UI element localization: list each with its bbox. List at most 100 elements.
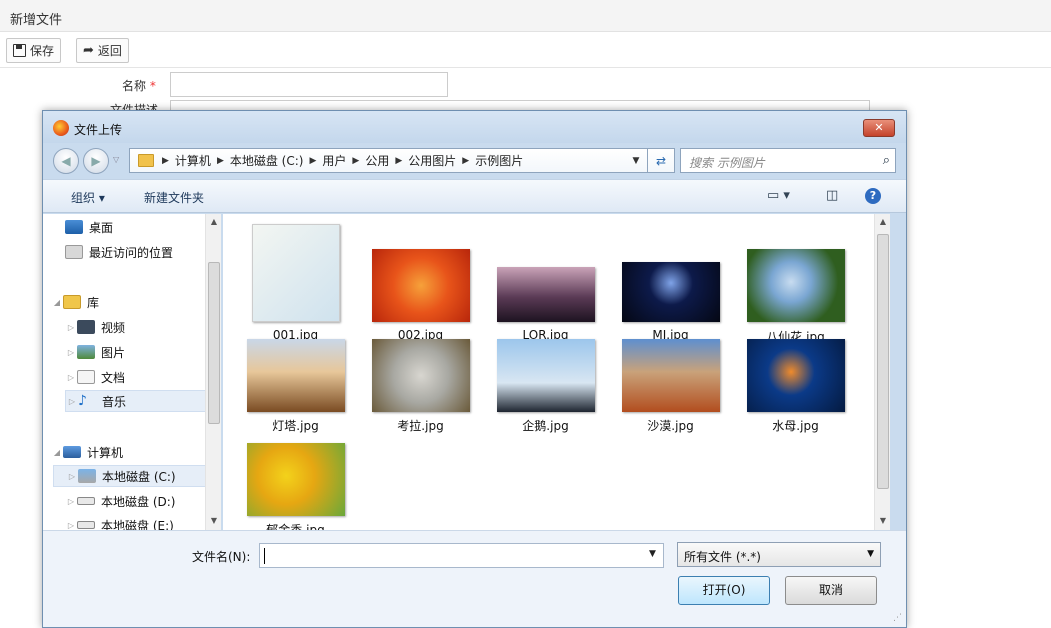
file-tile[interactable]: 郁金香.jpg xyxy=(233,443,358,530)
forward-nav-button[interactable]: ▶ xyxy=(83,148,109,174)
file-tile[interactable]: 企鹅.jpg xyxy=(483,339,608,449)
file-tile[interactable]: 001.jpg xyxy=(233,224,358,342)
close-button[interactable]: ✕ xyxy=(863,119,895,137)
file-tile[interactable]: MJ.jpg xyxy=(608,224,733,342)
breadcrumb-item[interactable]: 公用 xyxy=(361,152,393,169)
refresh-button[interactable]: ⇄ xyxy=(647,148,675,173)
organize-menu[interactable]: 组织 ▾ xyxy=(71,189,105,206)
collapsed-icon[interactable]: ▷ xyxy=(65,497,77,506)
name-input[interactable] xyxy=(170,72,448,97)
collapsed-icon[interactable]: ▷ xyxy=(66,472,78,481)
file-thumbnail xyxy=(371,339,470,412)
file-name: 水母.jpg xyxy=(772,419,819,433)
collapsed-icon[interactable]: ▷ xyxy=(66,397,78,406)
scroll-thumb[interactable] xyxy=(877,234,889,489)
save-label: 保存 xyxy=(30,44,55,58)
file-thumbnail xyxy=(746,249,845,322)
open-button[interactable]: 打开(O) xyxy=(678,576,770,605)
breadcrumb-item[interactable]: 本地磁盘 (C:) xyxy=(226,152,308,169)
breadcrumb[interactable]: ▶ 计算机 ▶ 本地磁盘 (C:) ▶ 用户 ▶ 公用 ▶ 公用图片 ▶ 示例图… xyxy=(129,148,671,173)
expanded-icon[interactable]: ◢ xyxy=(51,448,63,457)
nav-item-library[interactable]: ◢ 库 xyxy=(51,291,213,313)
page-title: 新增文件 xyxy=(0,0,1051,32)
scroll-down-icon[interactable]: ▼ xyxy=(206,516,221,525)
file-tile[interactable]: 八仙花.jpg xyxy=(733,224,858,344)
scroll-down-icon[interactable]: ▼ xyxy=(875,516,890,525)
save-button[interactable]: 保存 xyxy=(6,38,62,63)
resize-grip-icon[interactable]: ⋰ xyxy=(893,613,902,623)
navigation-pane: 桌面 最近访问的位置 ◢ 库 ▷ 视频 ▷ 图片 ▷ 文档 ▷ ♪ 音乐 ◢ 计… xyxy=(43,214,221,530)
save-icon xyxy=(13,44,26,57)
nav-item-recent[interactable]: 最近访问的位置 xyxy=(65,241,221,263)
scroll-thumb[interactable] xyxy=(208,262,220,424)
file-thumbnail xyxy=(371,249,470,322)
collapsed-icon[interactable]: ▷ xyxy=(65,323,77,332)
back-nav-button[interactable]: ◀ xyxy=(53,148,79,174)
breadcrumb-item[interactable]: 用户 xyxy=(318,152,350,169)
breadcrumb-item[interactable]: 示例图片 xyxy=(471,152,527,169)
nav-item-pictures[interactable]: ▷ 图片 xyxy=(65,341,221,363)
file-thumbnail xyxy=(621,339,720,412)
preview-pane-icon[interactable]: ◫ xyxy=(826,188,838,203)
nav-item-documents[interactable]: ▷ 文档 xyxy=(65,366,221,388)
file-name: 沙漠.jpg xyxy=(647,419,694,433)
collapsed-icon[interactable]: ▷ xyxy=(65,521,77,530)
file-thumbnail xyxy=(496,339,595,412)
filetype-select[interactable]: 所有文件 (*.*) ▼ xyxy=(677,542,881,567)
text-caret xyxy=(264,548,265,564)
collapsed-icon[interactable]: ▷ xyxy=(65,373,77,382)
computer-icon xyxy=(63,446,81,458)
view-icon[interactable]: ▭ ▾ xyxy=(767,188,790,203)
file-name: 郁金香.jpg xyxy=(266,523,325,530)
nav-item-music[interactable]: ▷ ♪ 音乐 xyxy=(65,390,221,412)
file-thumbnail xyxy=(496,267,595,322)
breadcrumb-item[interactable]: 公用图片 xyxy=(404,152,460,169)
pictures-icon xyxy=(77,345,95,359)
expanded-icon[interactable]: ◢ xyxy=(51,298,63,307)
breadcrumb-item[interactable]: 计算机 xyxy=(171,152,215,169)
drive-icon xyxy=(77,521,95,529)
nav-item-drive-e[interactable]: ▷ 本地磁盘 (E:) xyxy=(65,514,221,531)
file-tile[interactable]: LOR.jpg xyxy=(483,224,608,342)
back-button[interactable]: ➦ 返回 xyxy=(76,38,129,63)
nav-item-videos[interactable]: ▷ 视频 xyxy=(65,316,221,338)
grid-scrollbar[interactable]: ▲ ▼ xyxy=(874,214,890,530)
name-label: 名称 * xyxy=(122,79,156,93)
scroll-up-icon[interactable]: ▲ xyxy=(875,217,890,226)
history-dropdown-icon[interactable]: ▽ xyxy=(113,155,119,164)
file-tile[interactable]: 灯塔.jpg xyxy=(233,339,358,449)
collapsed-icon[interactable]: ▷ xyxy=(65,348,77,357)
file-tile[interactable]: 水母.jpg xyxy=(733,339,858,449)
help-icon[interactable]: ? xyxy=(865,188,881,204)
path-dropdown[interactable]: ▼ xyxy=(622,148,650,173)
system-drive-icon xyxy=(78,469,96,483)
file-tile[interactable]: 考拉.jpg xyxy=(358,339,483,449)
nav-item-desktop[interactable]: 桌面 xyxy=(65,216,221,238)
dialog-titlebar[interactable]: 文件上传 ✕ xyxy=(43,111,906,143)
filename-input[interactable] xyxy=(259,543,664,568)
search-input[interactable]: 搜索 示例图片 ⌕ xyxy=(680,148,896,173)
music-icon: ♪ xyxy=(78,393,87,409)
nav-scrollbar[interactable]: ▲ ▼ xyxy=(205,214,221,530)
filetype-value: 所有文件 (*.*) xyxy=(684,550,761,564)
back-icon: ➦ xyxy=(83,43,94,58)
filename-dropdown-icon[interactable]: ▼ xyxy=(649,549,656,559)
cancel-button[interactable]: 取消 xyxy=(785,576,877,605)
file-tile[interactable]: 002.jpg xyxy=(358,224,483,342)
nav-item-computer[interactable]: ◢ 计算机 xyxy=(51,441,213,463)
nav-item-drive-d[interactable]: ▷ 本地磁盘 (D:) xyxy=(65,490,221,512)
new-folder-button[interactable]: 新建文件夹 xyxy=(144,189,204,206)
desc-input[interactable] xyxy=(170,100,870,110)
search-icon[interactable]: ⌕ xyxy=(883,153,890,168)
address-bar: ◀ ▶ ▽ ▶ 计算机 ▶ 本地磁盘 (C:) ▶ 用户 ▶ 公用 ▶ 公用图片… xyxy=(43,143,906,179)
scroll-up-icon[interactable]: ▲ xyxy=(206,217,221,226)
command-bar: 组织 ▾ 新建文件夹 ▭ ▾ ◫ ? xyxy=(43,179,906,213)
library-icon xyxy=(63,295,81,309)
file-name: 企鹅.jpg xyxy=(522,419,569,433)
file-tile[interactable]: 沙漠.jpg xyxy=(608,339,733,449)
nav-item-drive-c[interactable]: ▷ 本地磁盘 (C:) xyxy=(53,465,221,487)
video-icon xyxy=(77,320,95,334)
folder-icon xyxy=(138,154,154,167)
toolbar: 保存 ➦ 返回 xyxy=(0,32,1051,68)
file-grid: 001.jpg 002.jpg LOR.jpg MJ.jpg 八仙花.jpg 灯… xyxy=(223,214,890,530)
